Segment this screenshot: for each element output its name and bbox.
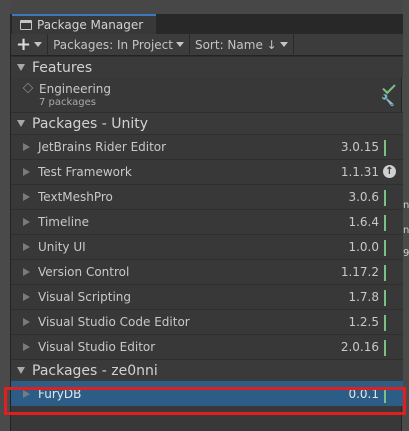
edge-text-fragment: 9 (403, 248, 409, 259)
check-icon (384, 387, 386, 403)
chevron-down-icon (175, 42, 184, 47)
expand-arrow-icon[interactable] (23, 268, 30, 276)
tab-bar: Package Manager (11, 14, 403, 34)
packages-filter-label: Packages: In Project (53, 37, 173, 52)
package-name: Visual Studio Editor (38, 340, 156, 354)
check-icon (384, 190, 386, 206)
arrow-up-icon: ↑ (383, 165, 396, 178)
package-version: 3.0.15 (340, 140, 379, 154)
expand-arrow-icon[interactable] (23, 390, 30, 398)
package-version: 1.7.8 (348, 290, 379, 304)
feature-item-engineering[interactable]: Engineering 7 packages 🔧 (11, 78, 403, 112)
edge-text-fragment: n (403, 225, 409, 236)
update-available-icon: ↑ (383, 165, 397, 179)
expand-arrow-icon[interactable] (23, 343, 30, 351)
tab-package-manager[interactable]: Package Manager (12, 14, 156, 34)
chevron-down-icon (34, 42, 43, 47)
package-version: 1.17.2 (340, 265, 379, 279)
tab-title: Package Manager (37, 18, 144, 32)
package-row[interactable]: Visual Scripting 1.7.8 (11, 284, 403, 309)
section-features[interactable]: Features (11, 56, 403, 78)
package-version: 2.0.16 (340, 340, 379, 354)
package-row[interactable]: Visual Studio Editor 2.0.16 (11, 334, 403, 359)
package-name: FuryDB (38, 387, 82, 401)
installed-check-icon (383, 215, 397, 231)
installed-check-icon (383, 240, 397, 256)
package-name: Timeline (38, 215, 90, 229)
feature-subtitle: 7 packages (39, 97, 96, 108)
installed-check-icon (383, 290, 397, 306)
edge-text-fragment: n (403, 200, 409, 211)
background-strip-left (0, 0, 10, 431)
add-package-button[interactable]: + (11, 33, 49, 56)
expand-arrow-icon[interactable] (23, 193, 30, 201)
check-icon (384, 315, 386, 331)
package-row[interactable]: Timeline 1.6.4 (11, 209, 403, 234)
section-packages-ze0nni[interactable]: Packages - ze0nni (11, 359, 403, 381)
expand-arrow-icon (17, 120, 25, 127)
feature-title: Engineering (39, 82, 111, 96)
expand-arrow-icon (17, 367, 25, 374)
sort-label: Sort: Name ↓ (194, 37, 277, 52)
package-version: 1.2.5 (348, 315, 379, 329)
package-row[interactable]: Version Control 1.17.2 (11, 259, 403, 284)
installed-check-icon (381, 80, 396, 95)
section-packages-unity[interactable]: Packages - Unity (11, 112, 403, 134)
package-name: Unity UI (38, 240, 86, 254)
expand-arrow-icon[interactable] (23, 168, 30, 176)
check-icon (384, 265, 386, 281)
section-label: Features (32, 59, 93, 76)
package-row[interactable]: JetBrains Rider Editor 3.0.15 (11, 134, 403, 159)
check-icon (384, 340, 386, 356)
package-row[interactable]: TextMeshPro 3.0.6 (11, 184, 403, 209)
section-label: Packages - Unity (32, 115, 149, 132)
expand-arrow-icon[interactable] (23, 318, 30, 326)
check-icon (384, 140, 386, 156)
package-row[interactable]: Visual Studio Code Editor 1.2.5 (11, 309, 403, 334)
expand-arrow-icon[interactable] (23, 218, 30, 226)
background-strip-right (402, 0, 409, 431)
wrench-icon: 🔧 (381, 94, 395, 107)
sort-dropdown[interactable]: Sort: Name ↓ (190, 33, 294, 56)
package-name: TextMeshPro (38, 190, 113, 204)
background-strip-top (0, 0, 409, 14)
section-label: Packages - ze0nni (32, 362, 158, 379)
package-list: Features Engineering 7 packages 🔧 Packag… (11, 56, 403, 406)
package-name: Visual Scripting (38, 290, 131, 304)
installed-check-icon (383, 315, 397, 331)
check-icon (384, 240, 386, 256)
expand-arrow-icon[interactable] (23, 293, 30, 301)
toolbar: + Packages: In Project Sort: Name ↓ (11, 33, 403, 56)
plus-icon: + (16, 33, 32, 55)
installed-check-icon (383, 140, 397, 156)
package-version: 0.0.1 (348, 387, 379, 401)
package-version: 1.6.4 (348, 215, 379, 229)
check-icon (384, 290, 386, 306)
package-name: Version Control (38, 265, 130, 279)
installed-check-icon (383, 387, 397, 403)
expand-arrow-icon (17, 64, 25, 71)
packages-filter-dropdown[interactable]: Packages: In Project (48, 33, 190, 56)
installed-check-icon (383, 340, 397, 356)
package-name: Visual Studio Code Editor (38, 315, 190, 329)
package-name: JetBrains Rider Editor (38, 140, 167, 154)
package-version: 1.1.31 (340, 165, 379, 179)
package-manager-icon (20, 20, 32, 30)
package-version: 1.0.0 (348, 240, 379, 254)
package-name: Test Framework (38, 165, 132, 179)
expand-arrow-icon[interactable] (23, 243, 30, 251)
installed-check-icon (383, 190, 397, 206)
feature-icon (22, 82, 34, 94)
package-version: 3.0.6 (348, 190, 379, 204)
package-row[interactable]: FuryDB 0.0.1 (11, 381, 403, 406)
check-icon (384, 215, 386, 231)
chevron-down-icon (279, 42, 288, 47)
expand-arrow-icon[interactable] (23, 143, 30, 151)
installed-check-icon (383, 265, 397, 281)
package-row[interactable]: Unity UI 1.0.0 (11, 234, 403, 259)
package-row[interactable]: Test Framework 1.1.31 ↑ (11, 159, 403, 184)
package-manager-window: Package Manager + Packages: In Project S… (10, 14, 403, 431)
